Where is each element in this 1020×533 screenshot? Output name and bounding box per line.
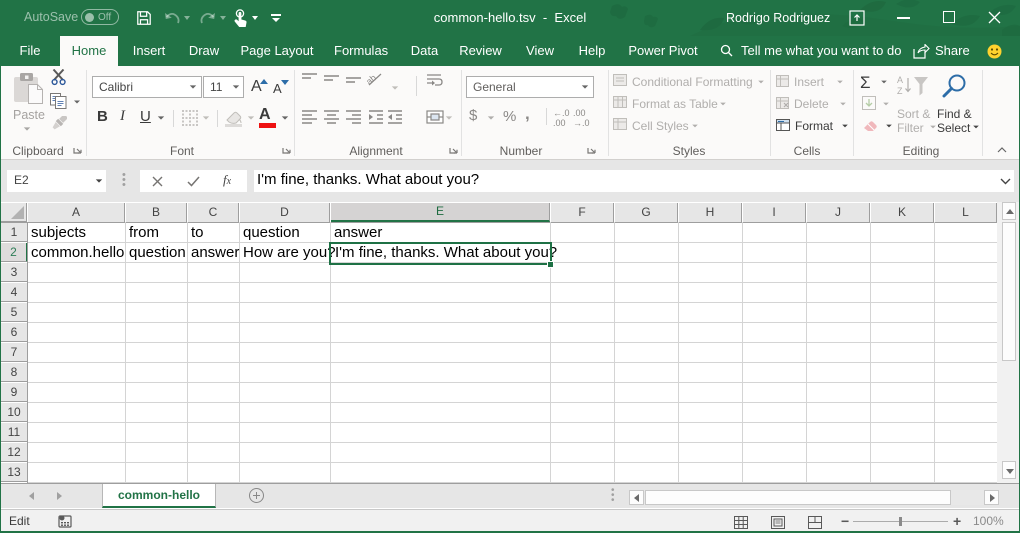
svg-text:A: A <box>897 75 903 85</box>
svg-text:Z: Z <box>897 86 903 96</box>
svg-text:ab: ab <box>364 73 378 87</box>
